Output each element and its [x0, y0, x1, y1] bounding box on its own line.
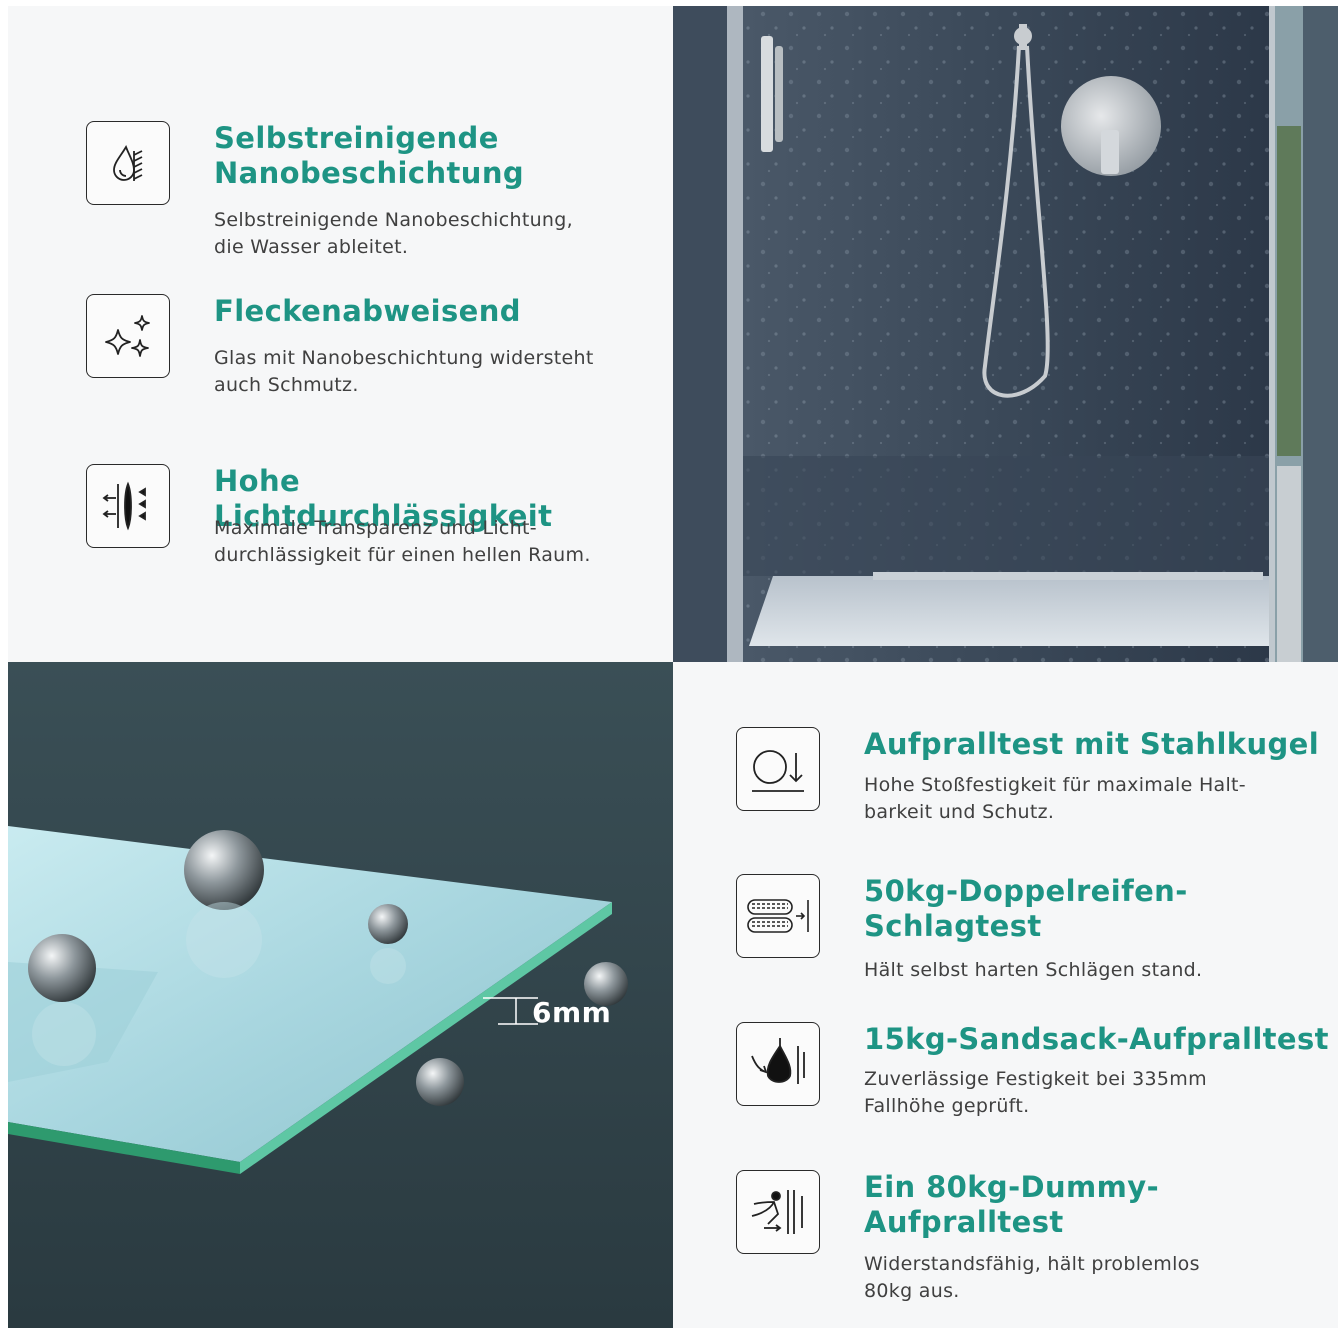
feature-title: Aufpralltest mit Stahlkugel: [864, 727, 1320, 761]
feature-title: 15kg-Sandsack-Aufpralltest: [864, 1022, 1329, 1056]
features-panel-top: Selbstreinigende Nanobeschichtung Selbst…: [8, 6, 673, 662]
feature-title: Ein 80kg-Dummy- Aufpralltest: [864, 1170, 1160, 1239]
feature-text: Maximale Transparenz und Licht- durchläs…: [214, 517, 591, 566]
shower-photo: [673, 6, 1338, 662]
double-tire-icon: [736, 874, 820, 958]
light-transmission-icon: [86, 464, 170, 548]
feature-text: Selbstreinigende Nanobeschichtung, die W…: [214, 209, 573, 258]
dummy-impact-icon: [736, 1170, 820, 1254]
feature-title: Selbstreinigende Nanobeschichtung: [214, 121, 525, 190]
feature-text: Widerstandsfähig, hält problemlos 80kg a…: [864, 1253, 1200, 1302]
sandbag-icon: [736, 1022, 820, 1106]
water-repel-icon: [86, 121, 170, 205]
feature-text: Hohe Stoßfestigkeit für maximale Halt- b…: [864, 774, 1246, 823]
features-panel-bottom: Aufpralltest mit Stahlkugel Hohe Stoßfes…: [673, 662, 1338, 1328]
glass-thickness-label: 6mm: [532, 996, 612, 1029]
feature-title: Fleckenabweisend: [214, 294, 521, 328]
feature-text: Hält selbst harten Schlägen stand.: [864, 959, 1203, 981]
feature-text: Glas mit Nanobeschichtung widersteht auc…: [214, 347, 594, 396]
sparkle-icon: [86, 294, 170, 378]
steel-ball-drop-icon: [736, 727, 820, 811]
glass-thickness-photo: 6mm: [8, 662, 673, 1328]
feature-title: 50kg-Doppelreifen- Schlagtest: [864, 874, 1188, 943]
feature-text: Zuverlässige Festigkeit bei 335mm Fallhö…: [864, 1068, 1207, 1117]
